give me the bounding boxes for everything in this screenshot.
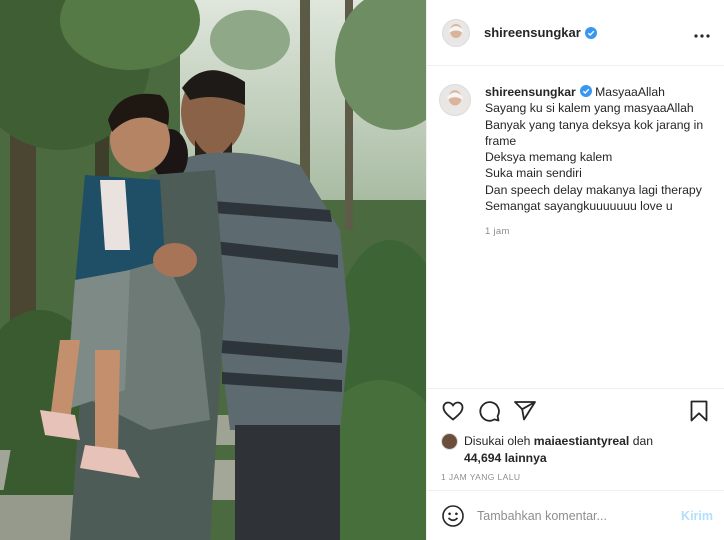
photo-illustration	[0, 0, 426, 540]
emoji-icon[interactable]	[441, 504, 465, 528]
author-username[interactable]: shireensungkar	[484, 25, 581, 40]
post-actions: Disukai oleh maiaestiantyreal dan 44,694…	[427, 388, 724, 482]
liker-username[interactable]: maiaestiantyreal	[534, 434, 630, 448]
caption-line-6: Dan speech delay makanya lagi therapy	[485, 182, 702, 197]
caption-line-5: Suka main sendiri	[485, 166, 582, 181]
caption-section: shireensungkar MasyaaAllah Sayang ku si …	[427, 66, 724, 388]
caption-line-2: Sayang ku si kalem yang masyaaAllah	[485, 101, 694, 116]
post-time-ago[interactable]: 1 JAM YANG LALU	[441, 472, 711, 482]
post-comment-button[interactable]: Kirim	[681, 509, 713, 523]
post-photo[interactable]	[0, 0, 426, 540]
likes-text: Disukai oleh maiaestiantyreal dan 44,694…	[464, 433, 653, 466]
caption-author-avatar[interactable]	[439, 84, 471, 116]
verified-badge-icon	[579, 85, 592, 97]
caption-text: shireensungkar MasyaaAllah Sayang ku si …	[485, 84, 711, 388]
caption-line-7: Semangat sayangkuuuuuuu love u	[485, 199, 673, 214]
avatar-face-icon	[445, 90, 465, 113]
more-options-button[interactable]	[694, 25, 710, 41]
likes-joiner: dan	[632, 434, 654, 448]
liker-avatar[interactable]	[441, 433, 458, 450]
likes-prefix: Disukai oleh	[464, 434, 531, 448]
action-icons-row	[441, 399, 711, 423]
caption-line-1: MasyaaAllah	[595, 85, 665, 99]
caption-timestamp[interactable]: 1 jam	[485, 224, 711, 240]
likes-count[interactable]: 44,694	[464, 451, 501, 465]
comment-bar: Kirim	[427, 490, 724, 540]
caption-line: shireensungkar MasyaaAllah	[485, 84, 711, 100]
avatar-face-icon	[447, 23, 465, 45]
bookmark-icon[interactable]	[687, 399, 711, 423]
caption-username[interactable]: shireensungkar	[485, 85, 576, 99]
comment-input[interactable]	[477, 508, 667, 523]
post-header: shireensungkar	[427, 0, 724, 66]
verified-badge-icon	[584, 26, 597, 39]
caption-line-4: Deksya memang kalem	[485, 150, 613, 165]
more-horizontal-icon	[694, 33, 710, 38]
likes-suffix[interactable]: lainnya	[505, 451, 547, 465]
author-avatar[interactable]	[442, 18, 470, 47]
caption-line-3: Banyak yang tanya deksya kok jarang in f…	[485, 117, 704, 148]
post-side-panel: shireensungkar shireensungkar MasyaaAlla…	[426, 0, 724, 540]
likes-summary: Disukai oleh maiaestiantyreal dan 44,694…	[441, 433, 711, 466]
heart-icon[interactable]	[441, 399, 465, 423]
comment-icon[interactable]	[477, 399, 501, 423]
share-icon[interactable]	[513, 399, 537, 423]
